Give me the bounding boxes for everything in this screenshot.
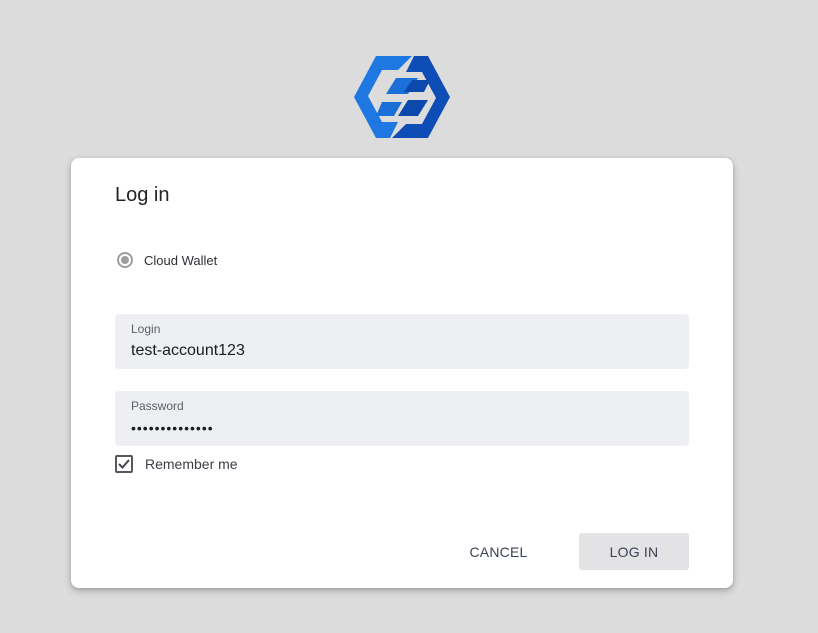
log-in-button[interactable]: LOG IN	[579, 533, 689, 570]
logo	[352, 54, 452, 140]
remember-me-label: Remember me	[145, 456, 238, 472]
password-input[interactable]	[131, 417, 673, 439]
login-dialog: Log in Cloud Wallet Login Password Remem…	[71, 158, 733, 588]
cancel-button[interactable]: CANCEL	[451, 533, 546, 570]
cloud-wallet-option[interactable]: Cloud Wallet	[115, 250, 217, 270]
login-field[interactable]: Login	[115, 314, 689, 369]
remember-me-option[interactable]: Remember me	[115, 455, 238, 473]
radio-button-icon[interactable]	[115, 250, 135, 270]
password-field-label: Password	[131, 399, 184, 413]
password-field[interactable]: Password	[115, 391, 689, 446]
cloud-wallet-label: Cloud Wallet	[144, 252, 218, 268]
checkbox-checked-icon[interactable]	[115, 455, 133, 473]
hexagon-logo-icon	[354, 56, 450, 138]
login-field-label: Login	[131, 322, 161, 336]
dialog-title: Log in	[115, 184, 170, 206]
login-input[interactable]	[131, 340, 673, 362]
